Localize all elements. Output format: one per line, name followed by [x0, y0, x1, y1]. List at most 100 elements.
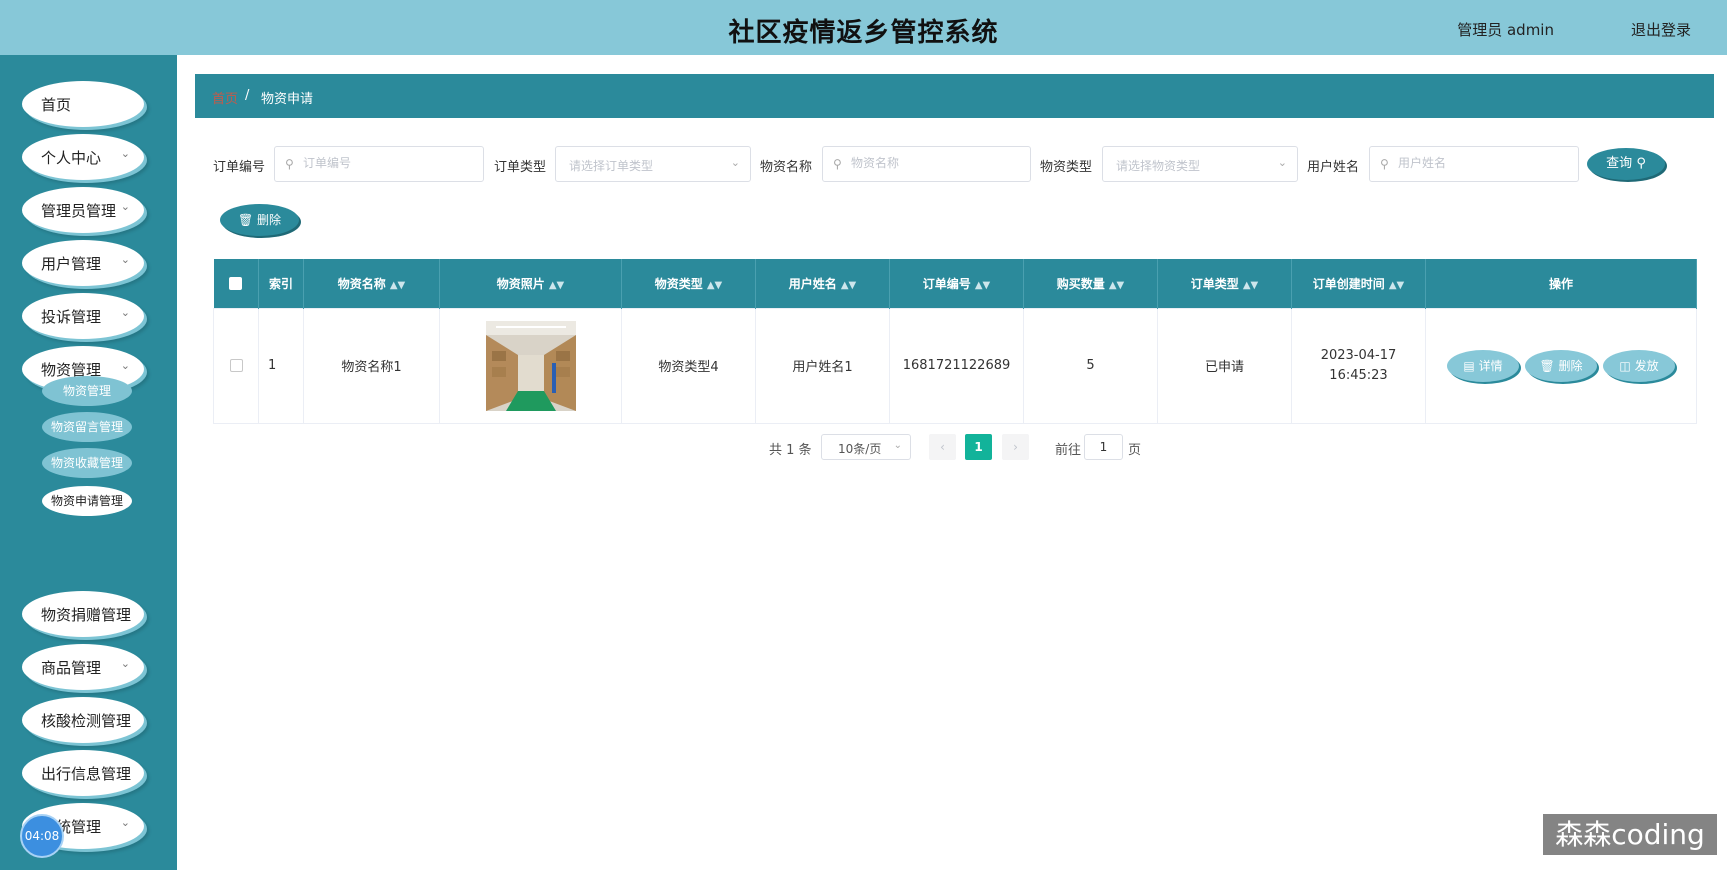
order-no-label: 订单编号	[213, 160, 266, 175]
row-delete-button[interactable]: 🗑 删除	[1525, 349, 1597, 382]
col-header-material-photo[interactable]: 物资照片 ▲▼	[439, 259, 622, 308]
material-type-select[interactable]: 请选择物资类型 ⌄	[1102, 146, 1298, 182]
breadcrumb-home-link[interactable]: 首页	[212, 88, 238, 107]
row-select-cell[interactable]	[213, 307, 259, 424]
sort-icon[interactable]: ▲▼	[841, 280, 856, 291]
sidebar-item-home[interactable]: 首页	[22, 81, 144, 127]
user-name-input[interactable]	[1398, 156, 1565, 170]
col-header-order-no[interactable]: 订单编号 ▲▼	[889, 259, 1024, 308]
breadcrumb: 首页 / 物资申请	[195, 74, 1714, 118]
sidebar-item-nucleic-test-management[interactable]: 核酸检测管理	[22, 697, 144, 743]
cell-actions: ▤ 详情 🗑 删除 ◫ 发放	[1425, 307, 1697, 424]
order-no-field[interactable]: ⚲	[274, 146, 484, 182]
sidebar-subitem-material-message[interactable]: 物资留言管理	[42, 412, 132, 442]
material-type-placeholder: 请选择物资类型	[1116, 159, 1201, 173]
goto-page-input[interactable]: 1	[1084, 434, 1123, 460]
chevron-down-icon: ⌄	[893, 440, 902, 451]
timer-badge: 04:08	[20, 814, 64, 858]
chevron-down-icon: ⌄	[730, 156, 740, 169]
bulk-delete-label: 删除	[257, 213, 282, 227]
sidebar-item-goods-management[interactable]: 商品管理 ⌄	[22, 644, 144, 690]
page-number-1[interactable]: 1	[965, 434, 992, 460]
sort-icon[interactable]: ▲▼	[549, 280, 564, 291]
query-button[interactable]: 查询 ⚲	[1587, 148, 1665, 180]
sort-icon[interactable]: ▲▼	[1243, 280, 1258, 291]
bulk-delete-button[interactable]: 🗑 删除	[220, 204, 299, 236]
user-name-field[interactable]: ⚲	[1369, 146, 1579, 182]
cell-user-name: 用户姓名1	[755, 307, 890, 424]
page-size-select[interactable]: 10条/页 ⌄	[821, 434, 911, 460]
sort-icon[interactable]: ▲▼	[390, 280, 405, 291]
order-type-placeholder: 请选择订单类型	[569, 159, 654, 173]
row-checkbox[interactable]	[229, 359, 243, 372]
sidebar-subitem-material-favorite[interactable]: 物资收藏管理	[42, 448, 132, 478]
col-header-created-at[interactable]: 订单创建时间 ▲▼	[1291, 259, 1426, 308]
cell-quantity: 5	[1023, 307, 1158, 424]
col-header-order-type[interactable]: 订单类型 ▲▼	[1157, 259, 1292, 308]
pagination-total: 共 1 条	[769, 443, 812, 458]
sidebar-item-personal-center[interactable]: 个人中心 ⌄	[22, 134, 144, 180]
cell-material-type: 物资类型4	[621, 307, 756, 424]
material-name-input[interactable]	[851, 156, 1017, 170]
material-name-field[interactable]: ⚲	[822, 146, 1031, 182]
chevron-left-icon: ‹	[940, 440, 945, 454]
table-row: 1 物资名称1 物资类型4 用户姓名1 1681721122689 5 已申请 …	[213, 307, 1697, 424]
sidebar-item-user-management[interactable]: 用户管理 ⌄	[22, 240, 144, 286]
cell-order-no: 1681721122689	[889, 307, 1024, 424]
sidebar-subitem-material-application[interactable]: 物资申请管理	[42, 486, 132, 516]
sidebar-item-label: 投诉管理	[41, 308, 102, 326]
sidebar-item-label: 用户管理	[41, 255, 102, 273]
col-header-user-name[interactable]: 用户姓名 ▲▼	[755, 259, 890, 308]
query-button-label: 查询	[1606, 156, 1633, 171]
col-header-quantity[interactable]: 购买数量 ▲▼	[1023, 259, 1158, 308]
material-type-label: 物资类型	[1040, 160, 1093, 175]
col-header-actions: 操作	[1425, 259, 1697, 308]
select-all-cell[interactable]	[213, 259, 259, 308]
sidebar-item-travel-info-management[interactable]: 出行信息管理	[22, 750, 144, 796]
sidebar-item-complaint-management[interactable]: 投诉管理 ⌄	[22, 293, 144, 339]
next-page-button[interactable]: ›	[1002, 434, 1029, 460]
sidebar-item-admin-management[interactable]: 管理员管理 ⌄	[22, 187, 144, 233]
search-icon: ⚲	[285, 157, 294, 171]
order-type-select[interactable]: 请选择订单类型 ⌄	[555, 146, 751, 182]
sidebar-subitem-material[interactable]: 物资管理	[42, 376, 132, 406]
book-icon: ◫	[1619, 358, 1635, 373]
user-name-label: 用户姓名	[1307, 160, 1360, 175]
cell-index: 1	[258, 307, 304, 424]
watermark: 森森coding	[1543, 814, 1717, 855]
sidebar: 首页 个人中心 ⌄ 管理员管理 ⌄ 用户管理 ⌄ 投诉管理 ⌄ 物资管理 ⌄ 物…	[0, 55, 177, 870]
admin-label: 管理员 admin	[1457, 21, 1554, 39]
sort-icon[interactable]: ▲▼	[975, 280, 990, 291]
table-header-row: 索引 物资名称 ▲▼ 物资照片 ▲▼ 物资类型 ▲▼ 用户姓名 ▲▼ 订单编号 ▲▼ 购买…	[213, 259, 1697, 308]
document-icon: ▤	[1463, 358, 1479, 373]
col-header-index: 索引	[258, 259, 304, 308]
sidebar-item-label: 个人中心	[41, 149, 102, 167]
goto-prefix: 前往	[1055, 443, 1082, 458]
order-no-input[interactable]	[303, 156, 470, 170]
select-all-checkbox[interactable]	[229, 277, 243, 291]
chevron-down-icon: ⌄	[120, 147, 130, 160]
issue-button[interactable]: ◫ 发放	[1603, 349, 1675, 382]
col-header-material-name[interactable]: 物资名称 ▲▼	[303, 259, 440, 308]
chevron-down-icon: ⌄	[120, 200, 130, 213]
trash-icon: 🗑	[1539, 358, 1559, 373]
detail-button[interactable]: ▤ 详情	[1447, 349, 1519, 382]
goto-suffix: 页	[1128, 443, 1142, 458]
prev-page-button[interactable]: ‹	[929, 434, 956, 460]
warehouse-photo[interactable]	[485, 320, 576, 411]
search-icon: ⚲	[1380, 157, 1389, 171]
breadcrumb-current: 物资申请	[261, 92, 314, 107]
col-header-material-type[interactable]: 物资类型 ▲▼	[621, 259, 756, 308]
cell-order-type: 已申请	[1157, 307, 1292, 424]
sidebar-item-donation-management[interactable]: 物资捐赠管理	[22, 591, 144, 637]
chevron-down-icon: ⌄	[1277, 156, 1287, 169]
sort-icon[interactable]: ▲▼	[707, 280, 722, 291]
sort-icon[interactable]: ▲▼	[1109, 280, 1124, 291]
sidebar-item-label: 首页	[41, 96, 72, 114]
cell-created-at: 2023-04-17 16:45:23	[1291, 307, 1426, 424]
chevron-down-icon: ⌄	[120, 657, 130, 670]
sort-icon[interactable]: ▲▼	[1389, 280, 1404, 291]
sidebar-item-label: 商品管理	[41, 659, 102, 677]
page-size-value: 10条/页	[838, 442, 882, 456]
logout-link[interactable]: 退出登录	[1631, 19, 1691, 40]
